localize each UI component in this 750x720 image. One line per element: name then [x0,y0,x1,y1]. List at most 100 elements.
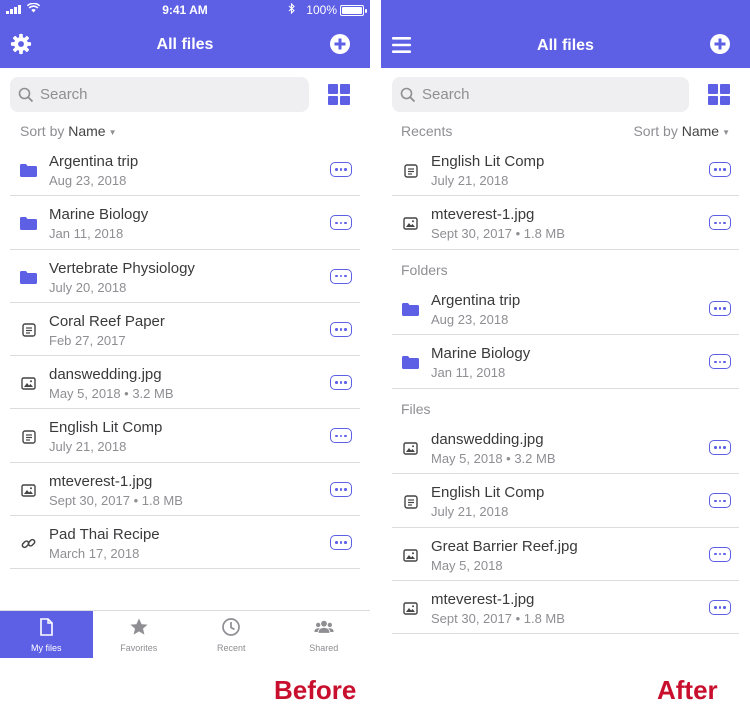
search-icon [18,87,34,102]
image-icon [20,375,37,392]
list-item[interactable]: mteverest-1.jpg Sept 30, 2017 • 1.8 MB [392,196,739,250]
more-options-icon[interactable] [709,215,731,231]
folder-icon [20,269,37,286]
tab-label: Favorites [120,642,158,653]
page-title: All files [537,37,594,54]
item-meta: Sept 30, 2017 • 1.8 MB [49,492,183,508]
tab-my-files[interactable]: My files [0,611,93,658]
tab-label: Shared [309,642,339,653]
item-name: Marine Biology [431,345,531,363]
list-item[interactable]: English Lit Comp July 21, 2018 [10,409,360,463]
search-icon [400,87,416,102]
document-icon [20,428,37,445]
document-icon [402,493,419,510]
item-meta: May 5, 2018 • 3.2 MB [431,451,556,466]
list-item[interactable]: Argentina trip Aug 23, 2018 [10,143,360,197]
section-list: danswedding.jpg May 5, 2018 • 3.2 MB Engli… [392,421,739,635]
item-name: danswedding.jpg [49,366,162,384]
item-meta: Feb 27, 2017 [49,332,126,348]
list-item[interactable]: Marine Biology Jan 11, 2018 [10,196,360,250]
file-list: Argentina trip Aug 23, 2018 Marine Biology… [10,143,360,570]
list-item[interactable]: Pad Thai Recipe March 17, 2018 [10,516,360,570]
tab-favorites[interactable]: Favorites [93,611,186,658]
grid-view-icon[interactable] [328,84,351,105]
document-icon [20,322,37,339]
before-screen: 9:41 AM 100% All files Search Sort by Na… [0,0,370,658]
search-bar[interactable] [10,77,309,112]
list-item[interactable]: English Lit Comp July 21, 2018 [392,474,739,528]
link-icon [20,535,37,552]
search-input[interactable] [422,86,662,103]
item-name: Marine Biology [49,206,149,224]
more-options-icon[interactable] [330,375,352,391]
more-options-icon[interactable] [330,535,352,551]
more-options-icon[interactable] [330,268,352,284]
more-options-icon[interactable] [709,440,731,455]
add-icon[interactable] [330,34,350,54]
list-item[interactable]: Great Barrier Reef.jpg May 5, 2018 [392,528,739,581]
more-options-icon[interactable] [330,321,352,337]
item-meta: May 5, 2018 • 3.2 MB [49,386,174,402]
tab-bar: My files Favorites Recent Shared [0,610,370,658]
section-label: Files [401,401,431,417]
more-options-icon[interactable] [330,428,352,444]
more-options-icon[interactable] [709,162,731,177]
list-item[interactable]: English Lit Comp July 21, 2018 [392,143,739,197]
item-name: Argentina trip [49,153,139,170]
more-options-icon[interactable] [330,215,352,231]
item-name: Coral Reef Paper [49,312,165,330]
item-name: English Lit Comp [431,484,545,502]
sort-prefix: Sort by [633,123,678,139]
more-options-icon[interactable] [330,162,352,177]
before-caption: Before [274,675,357,705]
more-options-icon[interactable] [709,354,731,370]
list-item[interactable]: Coral Reef Paper Feb 27, 2017 [10,303,360,357]
list-item[interactable]: Marine Biology Jan 11, 2018 [392,335,739,389]
more-options-icon[interactable] [330,481,352,497]
more-options-icon[interactable] [709,599,731,615]
list-item[interactable]: danswedding.jpg May 5, 2018 • 3.2 MB [392,421,739,475]
more-options-icon[interactable] [709,301,731,316]
add-icon[interactable] [710,34,730,54]
more-options-icon[interactable] [709,493,731,509]
search-bar[interactable] [392,77,689,112]
sort-control[interactable]: Sort by Name ▼ [20,123,117,139]
item-name: danswedding.jpg [431,431,544,448]
tab-recent[interactable]: Recent [185,611,278,658]
tab-shared[interactable]: Shared [278,611,371,658]
list-item[interactable]: Vertebrate Physiology July 20, 2018 [10,250,360,303]
item-name: mteverest-1.jpg [431,206,535,224]
image-icon [402,440,419,457]
list-item[interactable]: mteverest-1.jpg Sept 30, 2017 • 1.8 MB [392,581,739,635]
list-item[interactable]: mteverest-1.jpg Sept 30, 2017 • 1.8 MB [10,463,360,517]
grid-view-icon[interactable] [708,84,731,105]
tab-label: My files [30,642,62,653]
search-input[interactable] [40,86,280,103]
list-item[interactable]: danswedding.jpg May 5, 2018 • 3.2 MB [10,356,360,410]
sort-value: Name [68,123,106,139]
folder-icon [402,354,419,371]
sort-control[interactable]: Sort by Name ▼ [633,123,730,139]
more-options-icon[interactable] [709,546,731,562]
nav-bar: All files [381,0,750,68]
image-icon [20,482,37,499]
image-icon [402,215,419,232]
item-meta: Aug 23, 2018 [431,312,509,327]
status-bar: 9:41 AM 100% [0,0,370,20]
section-list: English Lit Comp July 21, 2018 mteverest-1… [392,143,739,250]
image-icon [402,547,419,564]
section-label: Recents [401,123,453,139]
file-icon [36,617,56,643]
tab-label: Recent [216,642,246,653]
caret-down-icon: ▼ [722,127,730,137]
list-item[interactable]: Argentina trip Aug 23, 2018 [392,282,739,336]
people-icon [314,617,334,643]
item-name: English Lit Comp [49,419,163,437]
after-screen: All files Sort by Name▼ Recents English L… [381,0,750,658]
item-name: Argentina trip [431,292,521,309]
document-icon [402,162,419,179]
folder-icon [20,162,37,179]
item-meta: Sept 30, 2017 • 1.8 MB [431,226,565,242]
page-title: All files [156,36,214,53]
item-name: Pad Thai Recipe [49,526,160,544]
